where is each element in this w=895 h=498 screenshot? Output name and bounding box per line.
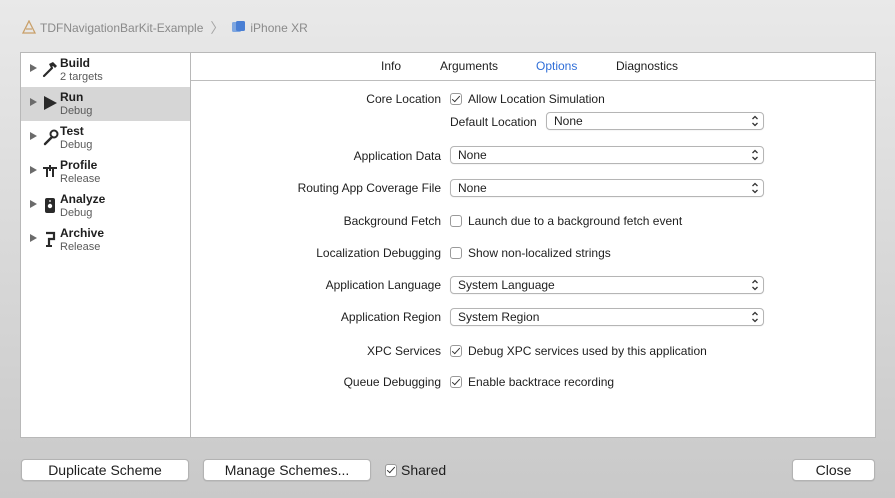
disclosure-triangle-icon[interactable] bbox=[30, 64, 37, 72]
checkbox-unchecked-icon bbox=[450, 215, 462, 227]
hammer-icon bbox=[40, 59, 60, 79]
chevron-up-down-icon bbox=[752, 279, 758, 291]
show-non-localized-checkbox[interactable]: Show non-localized strings bbox=[450, 246, 611, 260]
xcode-project-icon bbox=[21, 19, 37, 37]
instruments-icon bbox=[40, 161, 60, 181]
tab-arguments[interactable]: Arguments bbox=[440, 59, 498, 73]
application-data-label: Application Data bbox=[353, 149, 441, 163]
backtrace-recording-checkbox[interactable]: Enable backtrace recording bbox=[450, 375, 614, 389]
shared-checkbox[interactable]: Shared bbox=[385, 462, 446, 478]
default-location-value: None bbox=[554, 114, 583, 128]
queue-debugging-label: Queue Debugging bbox=[343, 375, 441, 389]
debug-xpc-services-label: Debug XPC services used by this applicat… bbox=[468, 344, 707, 358]
checkbox-checked-icon bbox=[450, 345, 462, 357]
play-icon bbox=[40, 93, 60, 113]
disclosure-triangle-icon[interactable] bbox=[30, 200, 37, 208]
sidebar-item-build[interactable]: Build 2 targets bbox=[21, 53, 190, 87]
wrench-icon bbox=[40, 127, 60, 147]
application-language-value: System Language bbox=[458, 278, 555, 292]
sidebar-item-subtitle: Debug bbox=[60, 105, 93, 117]
sidebar-item-subtitle: Release bbox=[60, 173, 101, 185]
routing-coverage-label: Routing App Coverage File bbox=[297, 181, 441, 195]
breadcrumb-project[interactable]: TDFNavigationBarKit-Example bbox=[21, 19, 204, 37]
allow-location-simulation-label: Allow Location Simulation bbox=[468, 92, 605, 106]
allow-location-simulation-checkbox[interactable]: Allow Location Simulation bbox=[450, 92, 605, 106]
backtrace-recording-label: Enable backtrace recording bbox=[468, 375, 615, 389]
scheme-action-sidebar: Build 2 targets Run Debug Test Debug Pro… bbox=[20, 52, 191, 438]
tab-diagnostics[interactable]: Diagnostics bbox=[616, 59, 678, 73]
breadcrumb-separator: 〉 bbox=[210, 20, 225, 36]
sidebar-item-title: Build bbox=[60, 56, 90, 70]
application-region-value: System Region bbox=[458, 310, 540, 324]
analyze-icon bbox=[40, 195, 60, 215]
manage-schemes-button[interactable]: Manage Schemes... bbox=[203, 459, 371, 481]
tab-info[interactable]: Info bbox=[381, 59, 401, 73]
disclosure-triangle-icon[interactable] bbox=[30, 98, 37, 106]
chevron-up-down-icon bbox=[752, 311, 758, 323]
checkbox-unchecked-icon bbox=[450, 247, 462, 259]
simulator-device-icon bbox=[231, 20, 246, 36]
close-button[interactable]: Close bbox=[792, 459, 875, 481]
debug-xpc-services-checkbox[interactable]: Debug XPC services used by this applicat… bbox=[450, 344, 707, 358]
background-fetch-checkbox-label: Launch due to a background fetch event bbox=[468, 214, 683, 228]
checkbox-checked-icon bbox=[450, 93, 462, 105]
sidebar-item-title: Archive bbox=[60, 226, 105, 240]
sidebar-item-title: Profile bbox=[60, 158, 98, 172]
application-language-select[interactable]: System Language bbox=[450, 276, 764, 294]
application-region-label: Application Region bbox=[340, 310, 441, 324]
default-location-label: Default Location bbox=[450, 115, 537, 129]
sidebar-item-subtitle: Debug bbox=[60, 139, 93, 151]
routing-coverage-select[interactable]: None bbox=[450, 179, 764, 197]
breadcrumb-project-label: TDFNavigationBarKit-Example bbox=[40, 21, 204, 35]
duplicate-scheme-button[interactable]: Duplicate Scheme bbox=[21, 459, 189, 481]
routing-coverage-value: None bbox=[458, 181, 487, 195]
localization-debugging-label: Localization Debugging bbox=[316, 246, 441, 260]
core-location-label: Core Location bbox=[366, 92, 441, 106]
background-fetch-label: Background Fetch bbox=[343, 214, 441, 228]
chevron-up-down-icon bbox=[752, 115, 758, 127]
sidebar-item-archive[interactable]: Archive Release bbox=[21, 223, 190, 257]
checkbox-checked-icon bbox=[450, 376, 462, 388]
sidebar-item-title: Test bbox=[60, 124, 84, 138]
breadcrumb-device-label: iPhone XR bbox=[250, 21, 308, 35]
application-language-label: Application Language bbox=[325, 278, 441, 292]
tab-bar: Info Arguments Options Diagnostics bbox=[191, 53, 875, 81]
default-location-select[interactable]: None bbox=[546, 112, 764, 130]
breadcrumb: TDFNavigationBarKit-Example 〉 iPhone XR bbox=[21, 18, 308, 38]
shared-label: Shared bbox=[401, 462, 447, 478]
application-region-select[interactable]: System Region bbox=[450, 308, 764, 326]
application-data-select[interactable]: None bbox=[450, 146, 764, 164]
background-fetch-checkbox[interactable]: Launch due to a background fetch event bbox=[450, 214, 682, 228]
xpc-services-label: XPC Services bbox=[366, 344, 441, 358]
show-non-localized-label: Show non-localized strings bbox=[468, 246, 611, 260]
archive-icon bbox=[40, 229, 60, 249]
application-data-value: None bbox=[458, 148, 487, 162]
checkbox-checked-icon bbox=[385, 463, 397, 477]
sidebar-item-title: Analyze bbox=[60, 192, 106, 206]
scheme-options-panel: Info Arguments Options Diagnostics Core … bbox=[191, 52, 876, 438]
sidebar-item-subtitle: Debug bbox=[60, 207, 93, 219]
sidebar-item-subtitle: 2 targets bbox=[60, 71, 103, 83]
sidebar-item-analyze[interactable]: Analyze Debug bbox=[21, 189, 190, 223]
disclosure-triangle-icon[interactable] bbox=[30, 166, 37, 174]
disclosure-triangle-icon[interactable] bbox=[30, 132, 37, 140]
chevron-up-down-icon bbox=[752, 182, 758, 194]
breadcrumb-device[interactable]: iPhone XR bbox=[231, 20, 308, 36]
tab-options[interactable]: Options bbox=[536, 59, 577, 73]
sidebar-item-subtitle: Release bbox=[60, 241, 101, 253]
sidebar-item-run[interactable]: Run Debug bbox=[21, 87, 190, 121]
disclosure-triangle-icon[interactable] bbox=[30, 234, 37, 242]
sidebar-item-test[interactable]: Test Debug bbox=[21, 121, 190, 155]
sidebar-item-title: Run bbox=[60, 90, 84, 104]
chevron-up-down-icon bbox=[752, 149, 758, 161]
sidebar-item-profile[interactable]: Profile Release bbox=[21, 155, 190, 189]
